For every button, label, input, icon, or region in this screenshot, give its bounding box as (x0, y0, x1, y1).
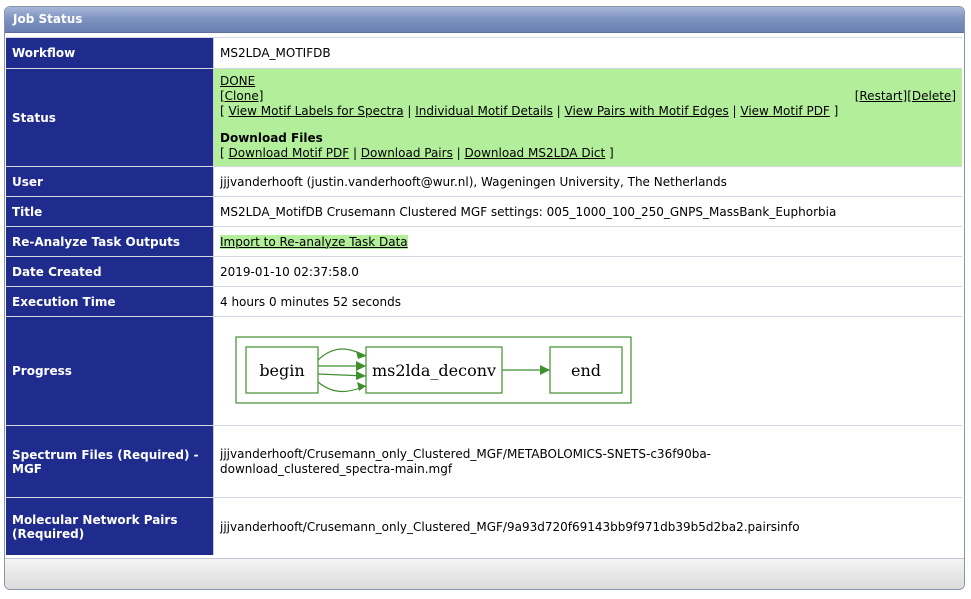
network-pairs-row: Molecular Network Pairs (Required) jjjva… (6, 497, 962, 555)
execution-time-value: 4 hours 0 minutes 52 seconds (214, 286, 962, 316)
view-links: [ View Motif Labels for Spectra | Indivi… (220, 104, 839, 118)
download-pairs-link[interactable]: Download Pairs (361, 146, 453, 160)
spectrum-files-label: Spectrum Files (Required) - MGF (6, 425, 214, 497)
status-cell: DONE [Clone] [Restart][Delete] [ View Mo… (214, 68, 962, 166)
reanalyze-label: Re-Analyze Task Outputs (6, 226, 214, 256)
restart-link[interactable]: [Restart] (855, 89, 908, 103)
clone-link[interactable]: [Clone] (220, 89, 263, 103)
motif-details-link[interactable]: Individual Motif Details (415, 104, 553, 118)
workflow-progress-graph: begin ms2lda_deconv end (235, 335, 632, 404)
date-created-label: Date Created (6, 256, 214, 286)
pairs-motif-edges-link[interactable]: View Pairs with Motif Edges (565, 104, 729, 118)
execution-time-row: Execution Time 4 hours 0 minutes 52 seco… (6, 286, 962, 316)
node-ms2lda-deconv-label: ms2lda_deconv (372, 361, 496, 380)
user-value: jjjvanderhooft (justin.vanderhooft@wur.n… (214, 166, 962, 196)
reanalyze-row: Re-Analyze Task Outputs Import to Re-ana… (6, 226, 962, 256)
panel-title: Job Status (5, 7, 964, 33)
workflow-label: Workflow (6, 37, 214, 68)
import-reanalyze-link[interactable]: Import to Re-analyze Task Data (220, 234, 408, 249)
date-created-value: 2019-01-10 02:37:58.0 (214, 256, 962, 286)
spectrum-files-value: jjjvanderhooft/Crusemann_only_Clustered_… (214, 425, 962, 497)
execution-time-label: Execution Time (6, 286, 214, 316)
job-actions: [Restart][Delete] (855, 89, 956, 104)
delete-link[interactable]: [Delete] (907, 89, 956, 103)
progress-cell: begin ms2lda_deconv end (214, 316, 962, 425)
date-created-row: Date Created 2019-01-10 02:37:58.0 (6, 256, 962, 286)
progress-label: Progress (6, 316, 214, 425)
download-links: [ Download Motif PDF | Download Pairs | … (220, 146, 614, 160)
title-value: MS2LDA_MotifDB Crusemann Clustered MGF s… (214, 196, 962, 226)
title-label: Title (6, 196, 214, 226)
network-pairs-label: Molecular Network Pairs (Required) (6, 497, 214, 555)
workflow-row: Workflow MS2LDA_MOTIFDB (6, 37, 962, 68)
status-label: Status (6, 68, 214, 166)
job-status-table: Workflow MS2LDA_MOTIFDB Status DONE [Clo… (6, 37, 962, 555)
view-motif-pdf-link[interactable]: View Motif PDF (740, 104, 829, 118)
spectrum-files-row: Spectrum Files (Required) - MGF jjjvande… (6, 425, 962, 497)
view-motif-labels-link[interactable]: View Motif Labels for Spectra (229, 104, 404, 118)
workflow-value: MS2LDA_MOTIFDB (214, 37, 962, 68)
status-done-link[interactable]: DONE (220, 74, 255, 88)
status-row: Status DONE [Clone] [Restart][Delete] [ … (6, 68, 962, 166)
panel-footer (5, 558, 964, 589)
download-motif-pdf-link[interactable]: Download Motif PDF (229, 146, 350, 160)
progress-row: Progress begin ms2lda_deconv end (6, 316, 962, 425)
download-ms2lda-dict-link[interactable]: Download MS2LDA Dict (465, 146, 606, 160)
job-status-panel: Job Status Workflow MS2LDA_MOTIFDB Statu… (4, 6, 965, 590)
title-row: Title MS2LDA_MotifDB Crusemann Clustered… (6, 196, 962, 226)
user-row: User jjjvanderhooft (justin.vanderhooft@… (6, 166, 962, 196)
network-pairs-value: jjjvanderhooft/Crusemann_only_Clustered_… (214, 497, 962, 555)
node-begin-label: begin (259, 361, 304, 380)
node-end-label: end (571, 361, 601, 380)
user-label: User (6, 166, 214, 196)
download-files-heading: Download Files (220, 131, 323, 145)
